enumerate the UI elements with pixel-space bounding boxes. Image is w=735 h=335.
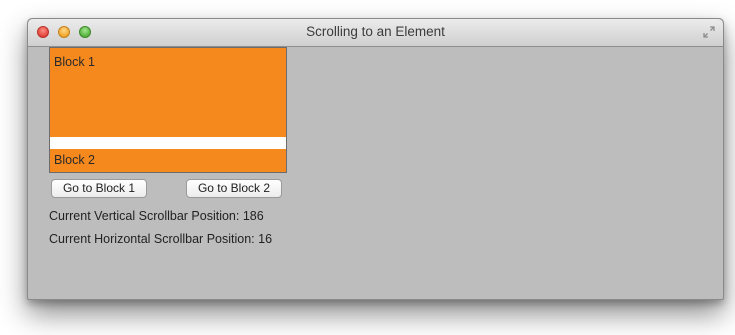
title-bar[interactable]: Scrolling to an Element xyxy=(28,19,723,47)
go-to-block-2-button[interactable]: Go to Block 2 xyxy=(186,179,282,198)
scroll-pane[interactable]: Block 1 Block 2 xyxy=(49,47,287,173)
block-2: Block 2 xyxy=(50,149,286,172)
go-to-block-1-button[interactable]: Go to Block 1 xyxy=(51,179,147,198)
block-separator xyxy=(50,137,286,149)
vertical-scroll-position-label: Current Vertical Scrollbar Position: 186 xyxy=(49,209,264,223)
block-1-label: Block 1 xyxy=(54,55,95,69)
block-1: Block 1 xyxy=(50,48,286,137)
app-window: Scrolling to an Element Block 1 Block 2 … xyxy=(27,18,724,300)
horizontal-scroll-position-label: Current Horizontal Scrollbar Position: 1… xyxy=(49,232,273,246)
window-title: Scrolling to an Element xyxy=(306,24,445,39)
block-2-label: Block 2 xyxy=(54,153,95,167)
fullscreen-icon[interactable] xyxy=(703,26,715,38)
